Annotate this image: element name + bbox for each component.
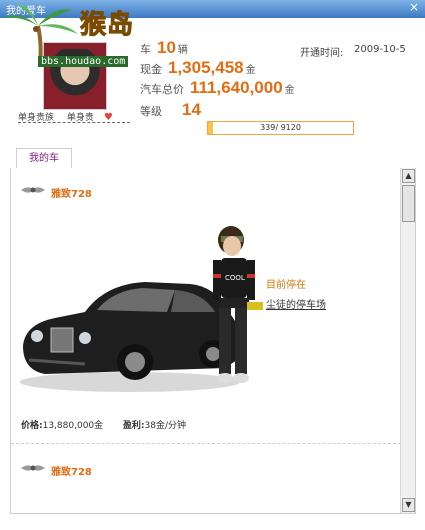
close-icon[interactable]: × bbox=[409, 0, 419, 14]
level-value: 14 bbox=[182, 100, 201, 119]
level-progress-text: 339/ 9120 bbox=[260, 123, 301, 132]
parked-status: 目前停在 bbox=[266, 280, 306, 291]
total-label: 汽车总价 bbox=[140, 83, 184, 96]
scrollbar[interactable]: ▲ ▼ bbox=[400, 168, 415, 513]
dotted-divider bbox=[18, 122, 130, 123]
parking-lot-link[interactable]: 尘徒的停车场 bbox=[266, 296, 326, 311]
car-name[interactable]: 雅致728 bbox=[51, 185, 92, 200]
scroll-up-icon[interactable]: ▲ bbox=[402, 169, 415, 183]
price-label: 价格: bbox=[21, 421, 43, 431]
level-stat: 等级 14 bbox=[140, 100, 201, 120]
price-value: 13,880,000金 bbox=[42, 421, 104, 431]
scroll-down-icon[interactable]: ▼ bbox=[402, 498, 415, 512]
avatar-image bbox=[50, 49, 100, 103]
profit-label: 盈利: bbox=[122, 421, 145, 431]
cash-label: 现金 bbox=[140, 63, 162, 76]
total-value: 111,640,000 bbox=[190, 78, 283, 97]
car-list-panel: 雅致728 COOL 目前停在 尘徒的停车场 价格:13,880,000金 盈利… bbox=[10, 168, 416, 514]
tab-bar: 我的车 bbox=[10, 146, 415, 170]
opened-date: 2009-10-5 bbox=[354, 44, 406, 55]
cash-stat: 现金 1,305,458 金 bbox=[140, 58, 256, 78]
scroll-thumb[interactable] bbox=[402, 185, 415, 222]
car-price-row: 价格:13,880,000金 盈利:38金/分钟 bbox=[21, 418, 186, 431]
bentley-logo-icon bbox=[21, 187, 45, 193]
bentley-logo-icon bbox=[21, 465, 45, 471]
profit-value: 38金/分钟 bbox=[144, 421, 187, 431]
level-progress-bar: 339/ 9120 bbox=[207, 121, 354, 135]
character-image: COOL bbox=[213, 226, 263, 383]
title-bar: 我的爱车 × bbox=[0, 0, 425, 18]
cash-unit: 金 bbox=[245, 65, 256, 76]
window-title: 我的爱车 bbox=[6, 6, 46, 17]
car-count-unit: 辆 bbox=[177, 45, 188, 56]
car-count-stat: 车 10 辆 bbox=[140, 38, 188, 58]
total-value-stat: 汽车总价 111,640,000 金 bbox=[140, 78, 295, 98]
profile-section: 单身贵族 单身贵 ♥ 车 10 辆 开通时间: 2009-10-5 现金 1,305,4… bbox=[0, 18, 425, 146]
total-unit: 金 bbox=[284, 85, 295, 96]
level-label: 等级 bbox=[140, 105, 162, 118]
cash-value: 1,305,458 bbox=[168, 58, 244, 77]
avatar[interactable] bbox=[43, 42, 107, 110]
car-count-label: 车 bbox=[140, 43, 151, 56]
tab-my-cars[interactable]: 我的车 bbox=[16, 148, 72, 170]
car-name[interactable]: 雅致728 bbox=[51, 463, 92, 478]
opened-label: 开通时间: bbox=[300, 48, 344, 59]
svg-text:COOL: COOL bbox=[225, 274, 245, 282]
user-titles: 单身贵族 单身贵 ♥ bbox=[18, 110, 136, 123]
car-count-value: 10 bbox=[157, 38, 176, 57]
entry-divider bbox=[11, 443, 401, 444]
